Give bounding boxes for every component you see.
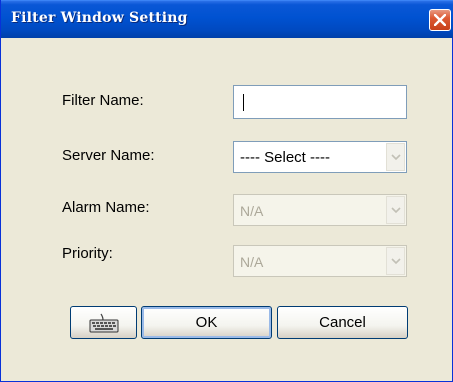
keyboard-icon: [89, 313, 119, 333]
chevron-down-icon: [391, 258, 401, 265]
keyboard-button[interactable]: [70, 306, 137, 339]
alarm-name-dropdown-button[interactable]: [386, 196, 405, 224]
chevron-down-icon: [391, 154, 401, 161]
alarm-name-selected: N/A: [240, 203, 264, 219]
server-name-dropdown-button[interactable]: [386, 143, 405, 171]
filter-name-input[interactable]: [233, 85, 407, 119]
filter-window-dialog: Filter Window Setting Filter Name: Serve…: [0, 0, 453, 382]
priority-selected: N/A: [240, 254, 264, 270]
priority-dropdown-button[interactable]: [386, 247, 405, 275]
cancel-button[interactable]: Cancel: [277, 306, 408, 339]
server-name-selected: ---- Select ----: [240, 149, 330, 166]
alarm-name-select[interactable]: N/A: [233, 194, 407, 226]
alarm-name-label: Alarm Name:: [62, 199, 150, 216]
window-title: Filter Window Setting: [11, 10, 188, 26]
server-name-label: Server Name:: [62, 147, 155, 164]
close-icon: [434, 14, 446, 26]
chevron-down-icon: [391, 207, 401, 214]
close-button[interactable]: [429, 9, 451, 31]
filter-name-label: Filter Name:: [62, 92, 144, 109]
server-name-select[interactable]: ---- Select ----: [233, 141, 407, 173]
text-caret: [243, 94, 244, 111]
priority-select[interactable]: N/A: [233, 245, 407, 277]
title-bar[interactable]: Filter Window Setting: [1, 0, 453, 38]
ok-button[interactable]: OK: [141, 306, 272, 339]
priority-label: Priority:: [62, 245, 113, 262]
